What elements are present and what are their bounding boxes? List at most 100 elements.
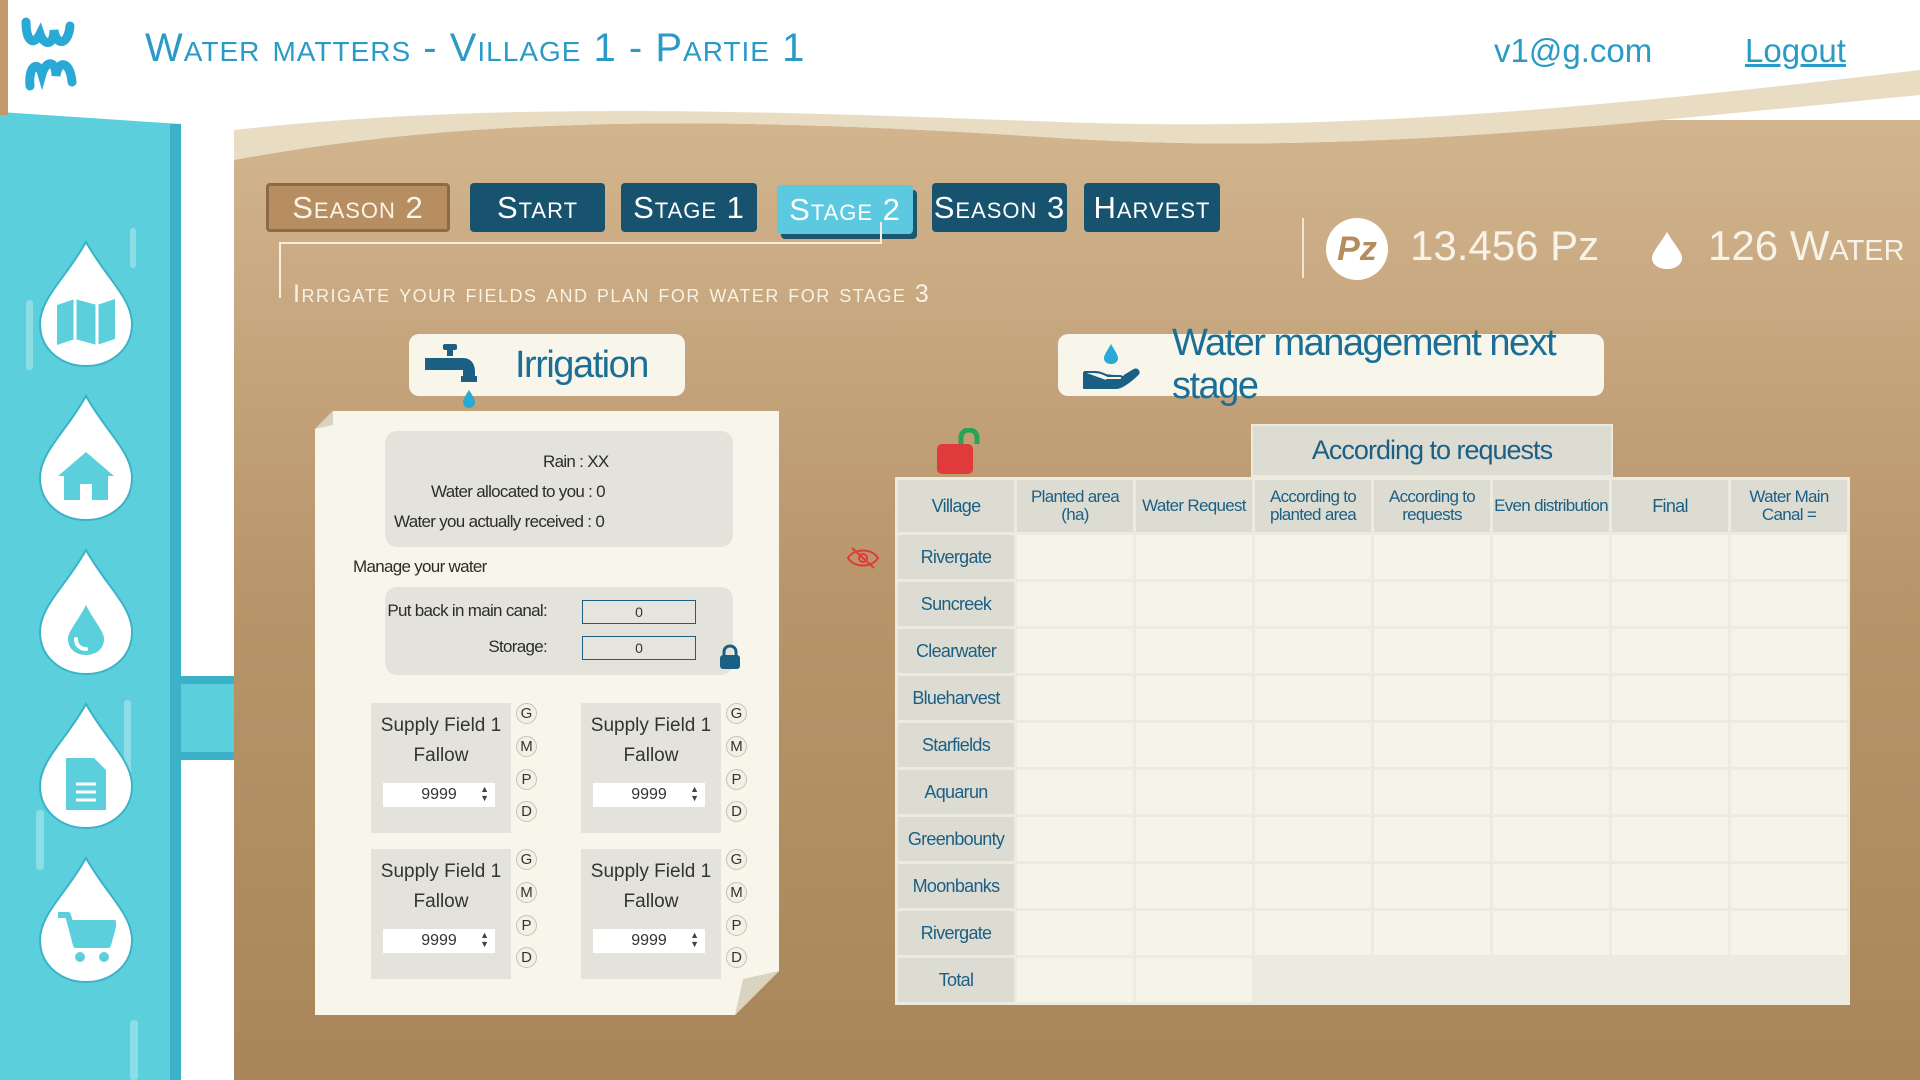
crop-option-g[interactable]: G <box>726 849 747 870</box>
sidebar-item-water[interactable] <box>36 546 136 678</box>
table-cell[interactable] <box>1374 582 1490 626</box>
table-cell[interactable] <box>1493 582 1609 626</box>
crop-option-g[interactable]: G <box>726 703 747 724</box>
crop-option-g[interactable]: G <box>516 703 537 724</box>
table-cell[interactable] <box>1493 629 1609 673</box>
field-water-stepper[interactable]: 9999 ▲ ▼ <box>593 783 705 807</box>
table-cell[interactable] <box>1612 582 1728 626</box>
table-cell[interactable] <box>1731 770 1847 814</box>
crop-option-p[interactable]: P <box>726 769 747 790</box>
table-cell[interactable] <box>1017 723 1133 767</box>
table-cell[interactable] <box>1493 864 1609 908</box>
table-cell[interactable] <box>1255 535 1371 579</box>
field-water-stepper[interactable]: 9999 ▲ ▼ <box>383 783 495 807</box>
table-cell[interactable] <box>1136 864 1252 908</box>
tab-season-3[interactable]: Season 3 <box>932 183 1067 232</box>
storage-input[interactable] <box>582 636 696 660</box>
lock-icon[interactable] <box>719 644 741 670</box>
sidebar-item-shop[interactable] <box>36 854 136 986</box>
tab-harvest[interactable]: Harvest <box>1084 183 1220 232</box>
table-cell[interactable] <box>1374 676 1490 720</box>
table-cell[interactable] <box>1374 629 1490 673</box>
table-cell[interactable] <box>1017 817 1133 861</box>
table-cell[interactable] <box>1255 629 1371 673</box>
tab-stage-2[interactable]: Stage 2 <box>777 185 913 234</box>
table-cell[interactable] <box>1136 817 1252 861</box>
table-cell[interactable] <box>1731 676 1847 720</box>
crop-option-p[interactable]: P <box>726 915 747 936</box>
table-cell[interactable] <box>1255 864 1371 908</box>
stepper-arrows-icon[interactable]: ▲ ▼ <box>690 785 699 803</box>
table-cell[interactable] <box>1255 770 1371 814</box>
sidebar-item-home[interactable] <box>36 392 136 524</box>
table-cell[interactable] <box>1731 535 1847 579</box>
crop-option-m[interactable]: M <box>516 736 537 757</box>
table-cell[interactable] <box>1017 629 1133 673</box>
table-cell[interactable] <box>1374 535 1490 579</box>
table-cell[interactable] <box>1374 770 1490 814</box>
table-cell[interactable] <box>1731 629 1847 673</box>
stepper-arrows-icon[interactable]: ▲ ▼ <box>480 785 489 803</box>
table-cell[interactable] <box>1493 676 1609 720</box>
table-cell[interactable] <box>1612 817 1728 861</box>
crop-option-p[interactable]: P <box>516 769 537 790</box>
logout-link[interactable]: Logout <box>1745 32 1846 70</box>
table-cell[interactable] <box>1731 582 1847 626</box>
table-cell[interactable] <box>1136 911 1252 955</box>
crop-option-d[interactable]: D <box>516 947 537 968</box>
table-cell[interactable] <box>1493 911 1609 955</box>
table-cell[interactable] <box>1493 770 1609 814</box>
crop-option-d[interactable]: D <box>726 947 747 968</box>
table-cell[interactable] <box>1612 676 1728 720</box>
crop-option-g[interactable]: G <box>516 849 537 870</box>
table-cell[interactable] <box>1493 535 1609 579</box>
table-cell[interactable] <box>1136 770 1252 814</box>
table-cell[interactable] <box>1612 723 1728 767</box>
table-cell[interactable] <box>1731 817 1847 861</box>
stepper-arrows-icon[interactable]: ▲ ▼ <box>480 931 489 949</box>
crop-option-d[interactable]: D <box>516 801 537 822</box>
unlock-icon[interactable] <box>935 428 987 476</box>
crop-option-m[interactable]: M <box>726 882 747 903</box>
stepper-arrows-icon[interactable]: ▲ ▼ <box>690 931 699 949</box>
table-cell[interactable] <box>1374 864 1490 908</box>
table-cell[interactable] <box>1017 582 1133 626</box>
field-water-stepper[interactable]: 9999 ▲ ▼ <box>383 929 495 953</box>
eye-off-icon[interactable] <box>846 544 880 572</box>
table-cell[interactable] <box>1612 629 1728 673</box>
table-cell[interactable] <box>1374 911 1490 955</box>
table-cell[interactable] <box>1255 911 1371 955</box>
table-cell[interactable] <box>1136 723 1252 767</box>
table-cell[interactable] <box>1017 676 1133 720</box>
table-cell[interactable] <box>1255 817 1371 861</box>
table-cell[interactable] <box>1612 770 1728 814</box>
table-cell[interactable] <box>1612 535 1728 579</box>
table-cell[interactable] <box>1255 723 1371 767</box>
table-cell[interactable] <box>1731 911 1847 955</box>
crop-option-d[interactable]: D <box>726 801 747 822</box>
table-cell[interactable] <box>1731 864 1847 908</box>
tab-start[interactable]: Start <box>470 183 605 232</box>
table-cell[interactable] <box>1612 911 1728 955</box>
table-cell[interactable] <box>1017 770 1133 814</box>
field-water-stepper[interactable]: 9999 ▲ ▼ <box>593 929 705 953</box>
table-cell[interactable] <box>1255 582 1371 626</box>
table-cell[interactable] <box>1255 676 1371 720</box>
table-cell[interactable] <box>1612 864 1728 908</box>
table-cell[interactable] <box>1731 723 1847 767</box>
table-cell[interactable] <box>1017 535 1133 579</box>
crop-option-m[interactable]: M <box>516 882 537 903</box>
table-cell[interactable] <box>1017 864 1133 908</box>
put-back-input[interactable] <box>582 600 696 624</box>
tab-stage-1[interactable]: Stage 1 <box>621 183 757 232</box>
table-cell[interactable] <box>1374 723 1490 767</box>
table-cell[interactable] <box>1136 676 1252 720</box>
sidebar-item-documents[interactable] <box>36 700 136 832</box>
table-cell[interactable] <box>1136 535 1252 579</box>
table-cell[interactable] <box>1136 582 1252 626</box>
table-cell[interactable] <box>1136 629 1252 673</box>
crop-option-p[interactable]: P <box>516 915 537 936</box>
table-cell[interactable] <box>1374 817 1490 861</box>
table-cell[interactable] <box>1493 723 1609 767</box>
sidebar-item-map[interactable] <box>36 238 136 370</box>
